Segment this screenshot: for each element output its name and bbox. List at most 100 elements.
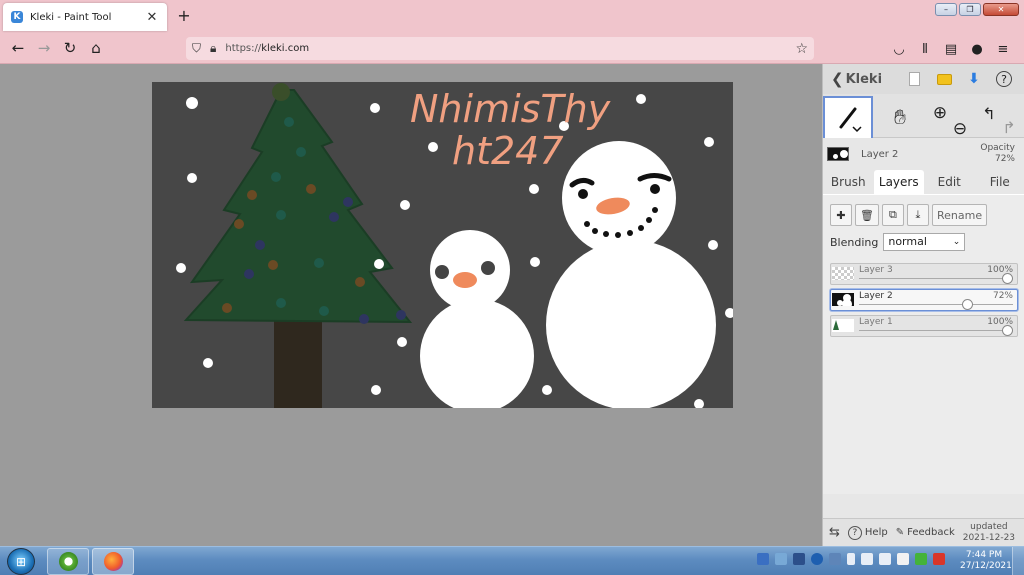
trash-icon: 🗑︎ bbox=[860, 208, 874, 222]
slider-knob[interactable] bbox=[1002, 325, 1013, 336]
help-link[interactable]: ? Help bbox=[847, 525, 888, 540]
home-icon[interactable]: ⌂ bbox=[83, 36, 109, 60]
sidebar-icon[interactable]: ▤ bbox=[940, 37, 962, 61]
battery-icon[interactable] bbox=[847, 553, 855, 565]
duplicate-layer-button[interactable]: ⧉ bbox=[881, 204, 904, 226]
browser-tab[interactable]: K Kleki - Paint Tool ✕ bbox=[3, 3, 167, 31]
volume-icon[interactable] bbox=[879, 553, 891, 565]
forward-icon[interactable]: → bbox=[31, 36, 57, 60]
active-layer-thumbnail bbox=[827, 147, 849, 161]
tray-security-icon[interactable] bbox=[793, 553, 805, 565]
blending-row: Blending normal ⌄ bbox=[830, 233, 966, 251]
shield-icon[interactable]: ⛉ bbox=[192, 41, 201, 56]
show-desktop-button[interactable] bbox=[1012, 547, 1024, 575]
window-controls: – ❐ ✕ bbox=[935, 3, 1019, 16]
layer-opacity-slider[interactable] bbox=[859, 325, 1013, 336]
layer-name: Layer 2 bbox=[859, 291, 893, 301]
taskbar-app-ccleaner[interactable] bbox=[47, 548, 89, 575]
minimize-button[interactable]: – bbox=[935, 3, 957, 16]
question-icon: ? bbox=[847, 525, 862, 540]
swap-panel-icon[interactable]: ⇆ bbox=[829, 525, 840, 540]
tray-red-icon[interactable] bbox=[933, 553, 945, 565]
reload-icon[interactable]: ↻ bbox=[57, 36, 83, 60]
account-icon[interactable]: ● bbox=[966, 37, 988, 61]
slider-knob[interactable] bbox=[1002, 273, 1013, 284]
screen: K Kleki - Paint Tool ✕ + – ❐ ✕ ← → ↻ ⌂ ⛉… bbox=[0, 0, 1024, 575]
open-folder-icon[interactable] bbox=[929, 65, 959, 93]
tab-layers[interactable]: Layers bbox=[873, 170, 924, 194]
new-tab-icon[interactable]: + bbox=[175, 6, 193, 26]
merge-layer-button[interactable]: ⤓ bbox=[906, 204, 929, 226]
christmas-tree bbox=[183, 89, 413, 324]
close-window-button[interactable]: ✕ bbox=[983, 3, 1019, 16]
slider-knob[interactable] bbox=[961, 299, 973, 310]
handwritten-line-2: ht247 bbox=[452, 129, 564, 173]
firefox-icon bbox=[103, 552, 123, 571]
layer-item-3[interactable]: Layer 3 100% bbox=[830, 263, 1018, 285]
drawing-canvas[interactable]: NhimisThy ht247 bbox=[152, 82, 735, 413]
blending-label: Blending bbox=[830, 235, 879, 249]
tray-app-icon[interactable] bbox=[757, 553, 769, 565]
new-image-icon[interactable] bbox=[899, 65, 929, 93]
active-layer-preview: Layer 2 Opacity 72% bbox=[823, 140, 1024, 168]
layer-action-buttons: ✚ 🗑︎ ⧉ ⤓ Rename bbox=[830, 204, 988, 226]
taskbar-app-firefox[interactable] bbox=[92, 548, 134, 575]
toolbar-icons: ◡ ⫴ ▤ ● ≡ bbox=[888, 37, 1014, 61]
layer-item-1[interactable]: Layer 1 100% bbox=[830, 315, 1018, 337]
tab-title: Kleki - Paint Tool bbox=[30, 11, 112, 23]
maximize-button[interactable]: ❐ bbox=[959, 3, 981, 16]
lock-icon[interactable]: 🔒︎ bbox=[210, 41, 216, 56]
tray-device-icon[interactable] bbox=[829, 553, 841, 565]
big-snowman bbox=[546, 141, 716, 410]
bookmark-star-icon[interactable]: ☆ bbox=[795, 41, 808, 57]
flag-icon[interactable] bbox=[897, 553, 909, 565]
back-icon[interactable]: ← bbox=[5, 36, 31, 60]
updated-info[interactable]: updated 2021-12-23 bbox=[963, 522, 1015, 544]
tree-trunk bbox=[274, 310, 322, 408]
pencil-icon: ✎ bbox=[895, 527, 905, 538]
brush-tool[interactable] bbox=[823, 96, 873, 138]
close-tab-icon[interactable]: ✕ bbox=[145, 10, 159, 25]
hand-icon: ✋︎ bbox=[894, 104, 906, 129]
layer-name: Layer 3 bbox=[859, 265, 893, 275]
layer-thumbnail bbox=[832, 267, 854, 280]
panel-tabs: Brush Layers Edit File bbox=[823, 170, 1024, 194]
kleki-logo: ❮ Kleki bbox=[823, 70, 899, 88]
tray-green-icon[interactable] bbox=[915, 553, 927, 565]
save-download-icon[interactable]: ⬇ bbox=[959, 65, 989, 93]
rename-layer-button[interactable]: Rename bbox=[931, 204, 988, 226]
tab-brush[interactable]: Brush bbox=[823, 170, 874, 194]
menu-icon[interactable]: ≡ bbox=[992, 37, 1014, 61]
add-layer-button[interactable]: ✚ bbox=[830, 204, 852, 226]
layer-item-2[interactable]: Layer 2 72% bbox=[830, 289, 1018, 311]
blending-value: normal bbox=[888, 235, 927, 248]
delete-layer-button[interactable]: 🗑︎ bbox=[855, 204, 879, 226]
hand-tool[interactable]: ✋︎ bbox=[877, 98, 923, 136]
address-bar[interactable]: ⛉ 🔒︎ https://kleki.com ☆ bbox=[186, 37, 814, 60]
tool-row: ✋︎ ⊕ ⊖ ↰ ↱ bbox=[823, 94, 1024, 139]
start-button[interactable]: ⊞ bbox=[7, 548, 35, 575]
handwritten-line-1: NhimisThy bbox=[410, 87, 611, 131]
layer-opacity-slider[interactable] bbox=[859, 299, 1013, 310]
library-icon[interactable]: ⫴ bbox=[914, 37, 936, 61]
tree-star bbox=[272, 83, 290, 101]
windows-taskbar: ⊞ 7:44 PM 27/12/2021 bbox=[0, 546, 1024, 575]
bluetooth-icon[interactable] bbox=[811, 553, 823, 565]
blending-select[interactable]: normal ⌄ bbox=[883, 233, 966, 251]
merge-down-icon: ⤓ bbox=[915, 208, 921, 221]
small-snowman bbox=[420, 230, 534, 413]
help-circle-icon[interactable]: ? bbox=[989, 65, 1019, 93]
canvas-workspace[interactable]: NhimisThy ht247 bbox=[0, 64, 822, 546]
taskbar-clock[interactable]: 7:44 PM 27/12/2021 bbox=[960, 550, 1012, 572]
system-tray bbox=[757, 553, 945, 565]
tab-edit[interactable]: Edit bbox=[924, 170, 975, 194]
pocket-icon[interactable]: ◡ bbox=[888, 37, 910, 61]
kleki-side-panel: ❮ Kleki ⬇ ? ✋︎ ⊕ ⊖ ↰ ↱ Layer 2 Opacity 7… bbox=[822, 64, 1024, 546]
tray-network-icon[interactable] bbox=[775, 553, 787, 565]
panel-footer: ⇆ ? Help ✎ Feedback updated 2021-12-23 bbox=[823, 518, 1024, 546]
tab-file[interactable]: File bbox=[975, 170, 1024, 194]
active-layer-opacity: Opacity 72% bbox=[980, 143, 1015, 164]
feedback-link[interactable]: ✎ Feedback bbox=[896, 527, 955, 538]
signal-icon[interactable] bbox=[861, 553, 873, 565]
layer-opacity-slider[interactable] bbox=[859, 273, 1013, 284]
